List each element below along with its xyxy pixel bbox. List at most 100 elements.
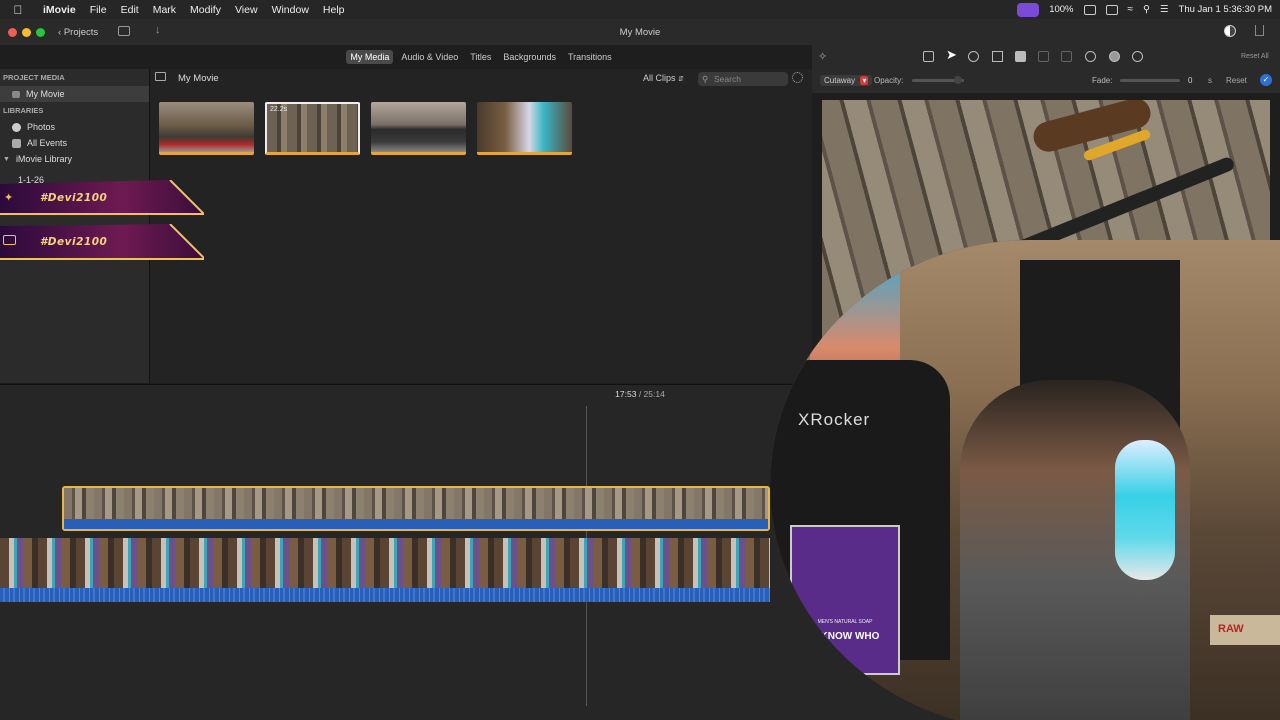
noise-reduction-icon[interactable] — [1061, 51, 1072, 62]
overlay-mode-select[interactable]: Cutaway ▾ — [820, 75, 873, 86]
libraries-header: LIBRARIES — [3, 106, 44, 115]
cutaway-clip[interactable] — [62, 486, 770, 531]
main-filmstrip — [0, 538, 770, 588]
menu-modify[interactable]: Modify — [183, 4, 228, 16]
reset-button[interactable]: Reset — [1226, 76, 1247, 85]
macos-menubar:  iMovie File Edit Mark Modify View Wind… — [0, 0, 1280, 19]
youtube-handle-text: #Devi2100 — [40, 236, 108, 248]
twitter-handle-banner: ✦ #Devi2100 — [0, 180, 204, 216]
mouse-cursor-icon: ➤ — [946, 47, 957, 62]
stabilization-camera-icon[interactable] — [1015, 51, 1026, 62]
menu-view[interactable]: View — [228, 4, 265, 16]
menu-help[interactable]: Help — [316, 4, 352, 16]
reset-all-button[interactable]: Reset All — [1241, 53, 1269, 60]
disclosure-down-icon[interactable]: ▼ — [3, 156, 10, 163]
cutaway-filmstrip — [64, 488, 768, 519]
chair-brand-label: XRocker — [798, 410, 871, 429]
battery-icon[interactable] — [1083, 4, 1096, 15]
fade-unit: s — [1208, 76, 1212, 85]
clip-thumbnail[interactable] — [477, 102, 572, 155]
sidebar-item-all-events[interactable]: All Events — [0, 135, 149, 151]
battery-percent: 100% — [1049, 4, 1074, 15]
video-overlay-icon[interactable] — [923, 51, 934, 62]
volume-icon[interactable] — [1038, 51, 1049, 62]
info-icon[interactable] — [1132, 51, 1143, 62]
clip-filter-select[interactable]: All Clips ⇵ — [643, 73, 684, 83]
search-icon: ⚲ — [702, 74, 709, 84]
tab-backgrounds[interactable]: Backgrounds — [499, 50, 560, 64]
browser-tabs: My Media Audio & Video Titles Background… — [150, 45, 812, 69]
rolling-papers-box: RAW — [1210, 615, 1280, 645]
crop-icon[interactable] — [992, 51, 1003, 62]
project-media-header: PROJECT MEDIA — [3, 73, 65, 82]
screen-recording-icon[interactable] — [1017, 2, 1040, 17]
control-center-icon[interactable]: ☰ — [1160, 4, 1169, 15]
film-icon — [12, 90, 20, 98]
menu-window[interactable]: Window — [265, 4, 316, 16]
tab-transitions[interactable]: Transitions — [564, 50, 616, 64]
clip-thumbnail[interactable] — [371, 102, 466, 155]
youtube-play-icon — [3, 235, 16, 245]
total-time: 25:14 — [643, 389, 665, 399]
menu-file[interactable]: File — [83, 4, 114, 16]
sidebar-item-imovie-library[interactable]: ▼ iMovie Library — [0, 151, 149, 167]
youtube-handle-banner: #Devi2100 — [0, 224, 204, 260]
clip-filter-value: All Clips — [643, 73, 676, 83]
soap-sub-label: MEN'S NATURAL SOAP — [817, 619, 873, 625]
speed-icon[interactable] — [1085, 51, 1096, 62]
search-placeholder: Search — [714, 74, 741, 84]
sidebar-toggle-icon[interactable] — [155, 72, 166, 81]
webcam-overlay: XRocker MEN'S NATURAL SOAP U KNOW WHO RA… — [770, 240, 1280, 720]
dropdown-arrow-icon: ▾ — [860, 76, 869, 85]
fade-slider[interactable] — [1120, 79, 1180, 82]
apple-menu-icon[interactable]:  — [0, 3, 36, 17]
menu-mark[interactable]: Mark — [146, 4, 183, 16]
clip-thumbnail[interactable] — [159, 102, 254, 155]
clip-thumbnail[interactable]: 22.2s — [265, 102, 360, 155]
search-icon[interactable]: ⚲ — [1143, 4, 1150, 15]
sidebar-item-my-movie[interactable]: My Movie — [0, 86, 149, 102]
menubar-clock[interactable]: Thu Jan 1 5:36:30 PM — [1179, 4, 1272, 15]
raw-label: RAW — [1218, 623, 1244, 635]
sidebar-item-label: My Movie — [26, 89, 65, 99]
media-header: My Movie All Clips ⇵ ⚲ Search — [150, 69, 812, 89]
sidebar-item-photos[interactable]: Photos — [0, 119, 149, 135]
cutaway-audio-bar — [64, 519, 768, 529]
media-heading: My Movie — [178, 73, 219, 84]
overlay-mode-value: Cutaway — [824, 76, 856, 85]
app-menu[interactable]: iMovie — [36, 4, 83, 16]
overlay-options-bar: Cutaway ▾ Opacity: Fade: 0 s Reset ✓ — [812, 69, 1280, 93]
sidebar-item-label: iMovie Library — [15, 154, 72, 164]
adjustment-toolbar: ✧ Reset All ➤ — [812, 45, 1280, 69]
events-star-icon — [12, 138, 21, 148]
menu-edit[interactable]: Edit — [114, 4, 146, 16]
opacity-label: Opacity: — [874, 76, 904, 85]
tab-titles[interactable]: Titles — [466, 50, 495, 64]
main-audio-waveform — [0, 588, 770, 602]
sidebar-item-label: Photos — [27, 122, 56, 132]
main-video-clip[interactable] — [0, 538, 770, 602]
search-input[interactable]: ⚲ Search — [698, 72, 788, 86]
photos-icon — [12, 122, 21, 132]
tab-my-media[interactable]: My Media — [346, 50, 394, 64]
microphone-image — [1115, 440, 1175, 580]
fade-value[interactable]: 0 — [1188, 76, 1192, 85]
window-title: My Movie — [619, 27, 661, 38]
chevron-updown-icon: ⇵ — [678, 76, 684, 83]
tab-audio-video[interactable]: Audio & Video — [397, 50, 462, 64]
color-balance-icon[interactable] — [968, 51, 979, 62]
twitter-bird-icon: ✦ — [4, 192, 14, 204]
wifi-icon[interactable]: ≈ — [1128, 4, 1134, 15]
fade-label: Fade: — [1092, 76, 1113, 85]
clip-filter-icon[interactable] — [1109, 51, 1120, 62]
apply-check-icon[interactable]: ✓ — [1260, 74, 1272, 86]
settings-gear-icon[interactable] — [792, 72, 803, 83]
sidebar-item-label: All Events — [27, 138, 68, 148]
current-time: 17:53 — [615, 389, 637, 399]
display-icon[interactable] — [1105, 4, 1118, 15]
magic-wand-icon[interactable]: ✧ — [818, 50, 827, 63]
twitter-handle-text: #Devi2100 — [40, 192, 108, 204]
opacity-slider-knob[interactable] — [954, 76, 962, 84]
clip-duration-badge: 22.2s — [270, 106, 288, 113]
soap-box-image: MEN'S NATURAL SOAP U KNOW WHO — [790, 525, 900, 675]
